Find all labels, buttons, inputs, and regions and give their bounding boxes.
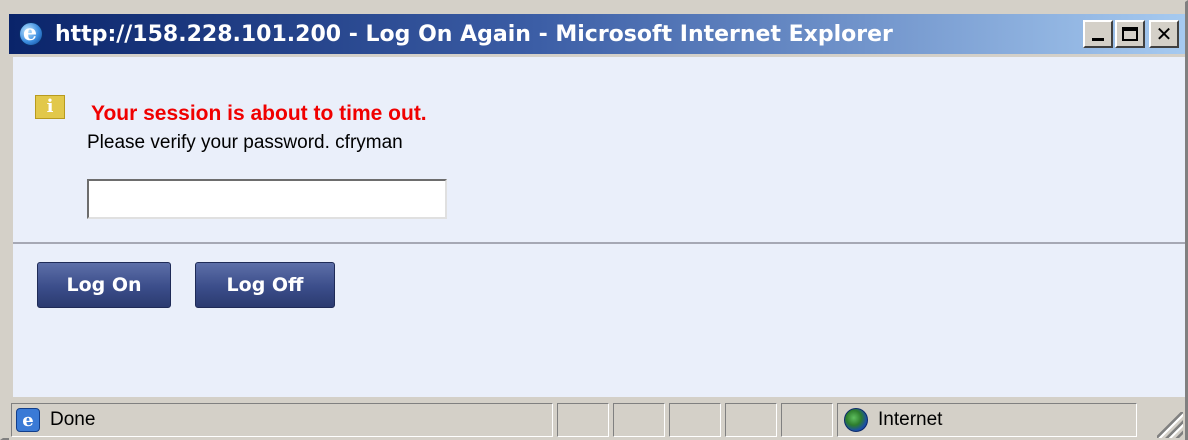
title-bar[interactable]: e http://158.228.101.200 - Log On Again … [9, 14, 1185, 54]
dialog-content: i Your session is about to time out. Ple… [13, 57, 1185, 397]
internet-zone-icon [844, 408, 868, 432]
divider [13, 242, 1185, 244]
close-icon: ✕ [1155, 22, 1173, 46]
page-done-icon: e [16, 408, 40, 432]
status-pane [613, 403, 665, 437]
window-controls: ✕ [1083, 20, 1179, 48]
maximize-button[interactable] [1115, 20, 1145, 48]
minimize-button[interactable] [1083, 20, 1113, 48]
status-pane [669, 403, 721, 437]
browser-window: e http://158.228.101.200 - Log On Again … [0, 0, 1188, 440]
password-prompt: Please verify your password. cfryman [87, 132, 403, 153]
status-main-pane: e Done [11, 403, 553, 437]
info-icon: i [35, 95, 65, 119]
log-on-button[interactable]: Log On [37, 262, 171, 308]
session-timeout-warning: Your session is about to time out. [91, 102, 427, 125]
message-row: i Your session is about to time out. [35, 88, 427, 126]
zone-text: Internet [878, 409, 943, 430]
window-title: http://158.228.101.200 - Log On Again - … [55, 21, 893, 47]
minimize-icon [1092, 38, 1104, 41]
internet-explorer-icon[interactable]: e [17, 20, 45, 48]
resize-grip-icon[interactable] [1157, 412, 1183, 438]
status-bar: e Done Internet [9, 400, 1185, 440]
log-off-button[interactable]: Log Off [195, 262, 335, 308]
status-text: Done [50, 409, 96, 430]
security-zone-pane[interactable]: Internet [837, 403, 1137, 437]
close-button[interactable]: ✕ [1149, 20, 1179, 48]
status-pane [781, 403, 833, 437]
status-pane [557, 403, 609, 437]
password-input[interactable] [87, 179, 447, 219]
maximize-icon [1122, 27, 1138, 41]
status-pane [725, 403, 777, 437]
